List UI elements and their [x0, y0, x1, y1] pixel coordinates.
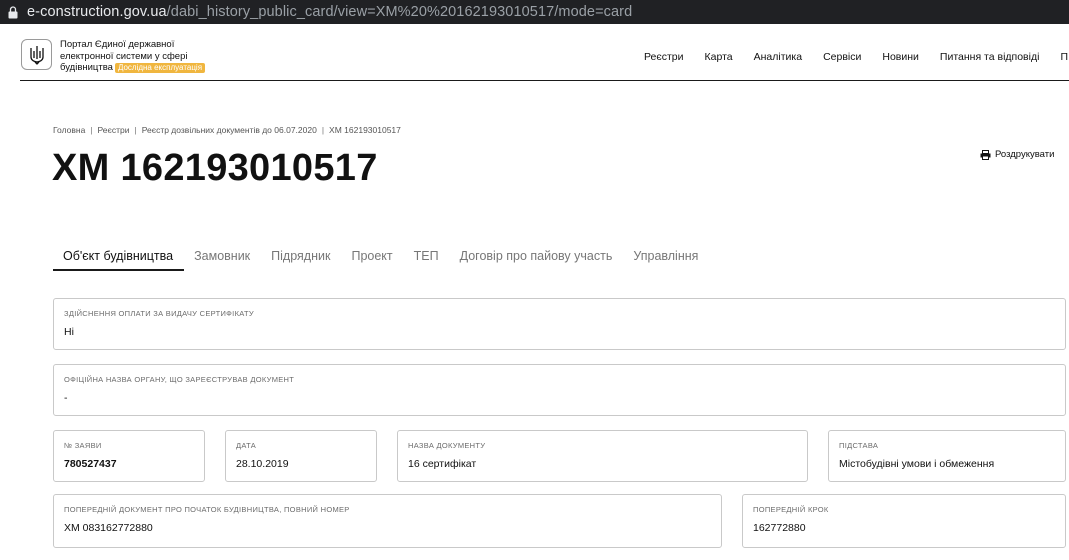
field-payment-label: Здійснення оплати за видачу сертифікату: [64, 309, 254, 318]
field-document-name: Назва документу 16 сертифікат: [397, 430, 808, 482]
portal-title[interactable]: Портал Єдиної державної електронної сист…: [60, 39, 220, 74]
field-previous-step-label: Попередній крок: [753, 505, 829, 514]
main-nav: Реєстри Карта Аналітика Сервіси Новини П…: [644, 51, 1069, 63]
site-header: Портал Єдиної державної електронної сист…: [20, 24, 1069, 81]
address-bar[interactable]: e-construction.gov.ua/dabi_history_publi…: [0, 0, 1069, 24]
trident-icon: [29, 45, 44, 65]
field-org-name-value: -: [64, 392, 68, 404]
field-application-number: № заяви 780527437: [53, 430, 205, 482]
nav-item-overflow[interactable]: П: [1060, 51, 1068, 63]
trident-logo[interactable]: [21, 39, 52, 70]
field-date: Дата 28.10.2019: [225, 430, 377, 482]
breadcrumb-home[interactable]: Головна: [53, 125, 85, 135]
field-document-name-value: 16 сертифікат: [408, 458, 477, 470]
breadcrumb: Головна | Реєстри | Реєстр дозвільних докуме…: [53, 125, 401, 135]
field-org-name: Офіційна назва органу, що зареєстрував д…: [53, 364, 1066, 416]
breadcrumb-registry[interactable]: Реєстр дозвільних документів до 06.07.20…: [142, 125, 317, 135]
tab-construction-object[interactable]: Об'єкт будівництва: [53, 244, 185, 271]
tab-shared-participation[interactable]: Договір про пайову участь: [450, 244, 624, 271]
field-payment-value: Ні: [64, 326, 74, 338]
field-application-number-label: № заяви: [64, 441, 102, 450]
page-title: ХМ 162193010517: [52, 147, 378, 189]
breadcrumb-registries[interactable]: Реєстри: [98, 125, 130, 135]
nav-item-analytics[interactable]: Аналітика: [754, 51, 802, 63]
field-previous-document-label: Попередній документ про початок будівниц…: [64, 505, 350, 514]
nav-item-map[interactable]: Карта: [705, 51, 733, 63]
field-document-name-label: Назва документу: [408, 441, 486, 450]
field-basis: Підстава Містобудівні умови і обмеження: [828, 430, 1066, 482]
nav-item-faq[interactable]: Питання та відповіді: [940, 51, 1040, 63]
tab-customer[interactable]: Замовник: [184, 244, 261, 271]
tab-contractor[interactable]: Підрядник: [261, 244, 341, 271]
breadcrumb-current: ХМ 162193010517: [329, 125, 401, 135]
nav-item-news[interactable]: Новини: [882, 51, 919, 63]
field-date-label: Дата: [236, 441, 257, 450]
tab-project[interactable]: Проект: [341, 244, 403, 271]
tab-tep[interactable]: ТЕП: [404, 244, 450, 271]
field-previous-document-value: ХМ 083162772880: [64, 522, 153, 534]
url-host: e-construction.gov.ua: [27, 4, 167, 20]
field-previous-step: Попередній крок 162772880: [742, 494, 1066, 548]
tab-bar: Об'єкт будівництва Замовник Підрядник Пр…: [53, 244, 709, 271]
nav-item-services[interactable]: Сервіси: [823, 51, 861, 63]
lock-icon: [7, 5, 19, 19]
print-button[interactable]: Роздрукувати: [980, 149, 1054, 160]
field-payment: Здійснення оплати за видачу сертифікату …: [53, 298, 1066, 350]
beta-badge: Дослідна експлуатація: [114, 63, 206, 73]
nav-item-registries[interactable]: Реєстри: [644, 51, 684, 63]
field-application-number-value: 780527437: [64, 458, 117, 470]
url-text: e-construction.gov.ua/dabi_history_publi…: [27, 4, 632, 20]
field-basis-label: Підстава: [839, 441, 879, 450]
printer-icon: [980, 149, 991, 160]
field-basis-value: Містобудівні умови і обмеження: [839, 458, 995, 470]
field-previous-step-value: 162772880: [753, 522, 806, 534]
url-path: /dabi_history_public_card/view=XM%20%201…: [166, 4, 633, 20]
tab-management[interactable]: Управління: [623, 244, 709, 271]
field-previous-document: Попередній документ про початок будівниц…: [53, 494, 722, 548]
field-org-name-label: Офіційна назва органу, що зареєстрував д…: [64, 375, 295, 384]
print-label: Роздрукувати: [995, 149, 1055, 160]
field-date-value: 28.10.2019: [236, 458, 289, 470]
